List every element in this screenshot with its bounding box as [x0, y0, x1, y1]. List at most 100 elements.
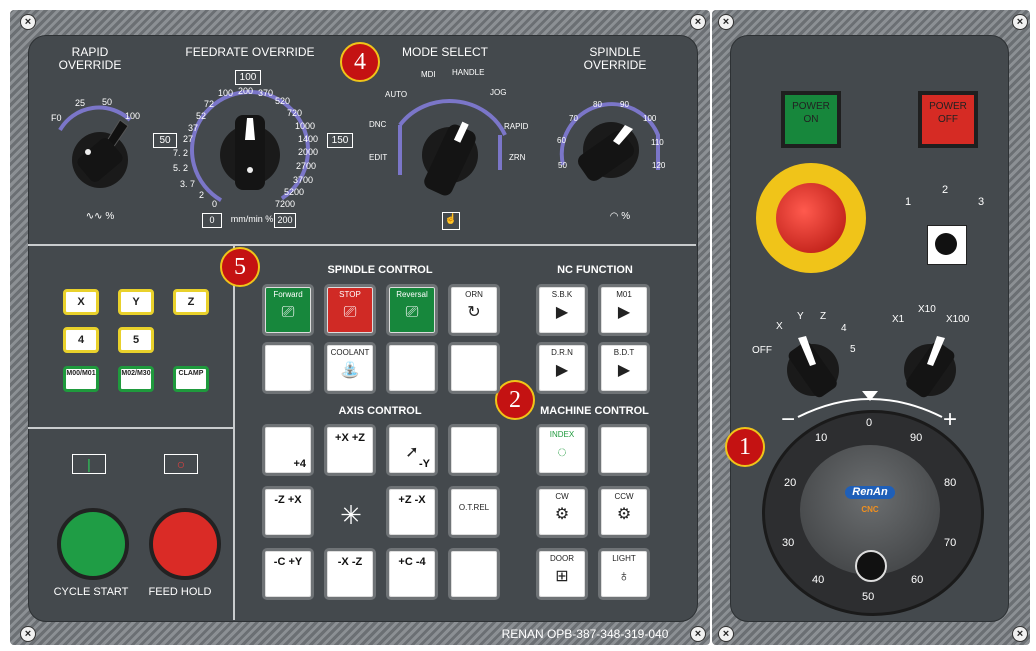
axis-blank-1-button[interactable]	[448, 424, 500, 476]
axis-y-key[interactable]: Y	[118, 289, 154, 315]
feed-tick: 520	[275, 96, 291, 106]
door-button[interactable]: DOOR ⊞	[536, 548, 588, 600]
bdt-button[interactable]: B.D.T ▶	[598, 342, 650, 394]
axis-sel-label: X	[776, 321, 783, 332]
feed-tick: 72	[204, 99, 215, 109]
mpg-tick: 80	[944, 477, 957, 489]
axis-plusz-minusx-button[interactable]: +Z -X	[386, 486, 438, 538]
screw-icon: ×	[690, 14, 706, 30]
axis-x-key[interactable]: X	[63, 289, 99, 315]
feedrate-override-title: FEEDRATE OVERRIDE	[185, 45, 315, 59]
btn-label: -X -Z	[337, 556, 363, 568]
btn-label: CW	[555, 492, 569, 501]
rapid-override-dial[interactable]	[40, 90, 160, 210]
axis-4-key[interactable]: 4	[63, 327, 99, 353]
cycle-indicator-icon: |	[72, 454, 106, 474]
mode-select-title: MODE SELECT	[401, 45, 488, 59]
feed-hold-label: FEED HOLD	[148, 586, 212, 598]
m01-button[interactable]: M01 ▶	[598, 284, 650, 336]
axis-plus4-button[interactable]: +4	[262, 424, 314, 476]
btn-label: CCW	[614, 492, 634, 501]
mpg-tick: 60	[911, 574, 924, 586]
mpg-tick: 20	[784, 477, 797, 489]
spindle-reversal-button[interactable]: Reversal ⎚	[386, 284, 438, 336]
mpg-tick: 90	[910, 432, 923, 444]
spindle-override-title: SPINDLE OVERRIDE	[583, 45, 647, 72]
mode-zrn: ZRN	[509, 153, 526, 162]
axis-z-key[interactable]: Z	[173, 289, 209, 315]
mode-select-dial[interactable]	[390, 95, 515, 210]
cycle-start-button[interactable]	[57, 508, 129, 580]
axis-plusc-minus4-button[interactable]: +C -4	[386, 548, 438, 600]
ot-rel-button[interactable]: O.T.REL	[448, 486, 500, 538]
feed-tick: 3. 7	[180, 179, 196, 189]
cw-button[interactable]: CW ⚙	[536, 486, 588, 538]
spindle-icon: ⎚	[405, 304, 419, 321]
feed-tick: 2	[199, 190, 205, 200]
btn-label: D.R.N	[551, 348, 573, 357]
ccw-button[interactable]: CCW ⚙	[598, 486, 650, 538]
axis-sel-label: OFF	[752, 345, 772, 356]
m00-m01-key[interactable]: M00/M01	[63, 366, 99, 392]
spindle-tick: 70	[569, 114, 578, 123]
axis-minusy-button[interactable]: ➚ -Y	[386, 424, 438, 476]
btn-label: Reversal	[396, 290, 428, 299]
orn-button[interactable]: ORN ↻	[448, 284, 500, 336]
clamp-key[interactable]: CLAMP	[173, 366, 209, 392]
feed-tick: 5200	[284, 187, 305, 197]
divider-left-vert	[233, 246, 235, 620]
btn-label: +C -4	[398, 556, 426, 568]
axis-minusc-plusy-button[interactable]: -C +Y	[262, 548, 314, 600]
axis-minusx-minusz-button[interactable]: -X -Z	[324, 548, 376, 600]
btn-label: +Z -X	[398, 494, 426, 506]
gear-cw-icon: ⚙	[554, 506, 570, 523]
axis-blank-2-button[interactable]	[448, 548, 500, 600]
btn-label: +X +Z	[335, 432, 365, 444]
spindle-stop-button[interactable]: STOP ⎚	[324, 284, 376, 336]
spindle-blank-2-button[interactable]	[386, 342, 438, 394]
machine-blank-button[interactable]	[598, 424, 650, 476]
selector-label: 1	[905, 196, 912, 208]
stop-icon: ⎚	[343, 304, 357, 321]
coolant-button[interactable]: COOLANT ⛲	[324, 342, 376, 394]
mult-sel-label: X1	[892, 314, 905, 325]
btn-label: LIGHT	[612, 554, 636, 563]
power-on-button[interactable]: POWER ON	[781, 91, 841, 148]
mult-sel-label: X100	[946, 314, 970, 325]
axis-5-key[interactable]: 5	[118, 327, 154, 353]
feed-tick: 27	[183, 134, 194, 144]
light-button[interactable]: LIGHT ♁	[598, 548, 650, 600]
spindle-forward-button[interactable]: Forward ⎚	[262, 284, 314, 336]
mode-dnc: DNC	[369, 120, 387, 129]
badge-5: 5	[220, 247, 260, 287]
feed-hold-button[interactable]	[149, 508, 221, 580]
btn-label: O.T.REL	[458, 503, 490, 512]
mpg-handle[interactable]	[855, 550, 887, 582]
drn-button[interactable]: D.R.N ▶	[536, 342, 588, 394]
screw-icon: ×	[1012, 626, 1028, 642]
feed-tick: 1400	[298, 134, 319, 144]
sbk-button[interactable]: S.B.K ▶	[536, 284, 588, 336]
feed-tick: 2000	[298, 147, 319, 157]
spindle-blank-1-button[interactable]	[262, 342, 314, 394]
spindle-blank-3-button[interactable]	[448, 342, 500, 394]
rapid-override-title: RAPID OVERRIDE	[58, 45, 122, 72]
spindle-tick: 90	[620, 100, 629, 109]
axis-plusx-plusz-button[interactable]: +X +Z	[324, 424, 376, 476]
block-delete-icon: ▶	[617, 362, 631, 379]
divider-top	[28, 244, 696, 246]
rapid-tick: 100	[125, 111, 141, 121]
spindle-tick: 80	[593, 100, 602, 109]
index-button[interactable]: INDEX ◌	[536, 424, 588, 476]
axis-sel-label: Z	[820, 311, 827, 322]
mpg-tick: 70	[944, 537, 957, 549]
power-off-button[interactable]: POWER OFF	[918, 91, 978, 148]
btn-label: DOOR	[550, 554, 574, 563]
axis-sel-label: 4	[841, 323, 847, 334]
selector-label: 2	[942, 184, 949, 196]
spindle-icon: ⎚	[281, 304, 295, 321]
mpg-tick: 0	[866, 417, 873, 429]
m02-m30-key[interactable]: M02/M30	[118, 366, 154, 392]
emergency-stop-cap	[776, 183, 846, 253]
axis-minusz-plusx-button[interactable]: -Z +X	[262, 486, 314, 538]
